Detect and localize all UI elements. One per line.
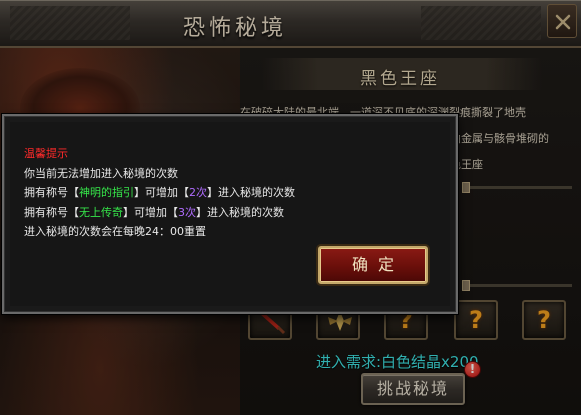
tip-text: 拥有称号【 [24,186,79,199]
title-name: 无上传奇 [79,205,123,219]
tip-line: 进入秘境的次数会在每晚24：00重置 [24,225,206,238]
tip-line: 你当前无法增加进入秘境的次数 [24,166,178,180]
tip-line: 拥有称号【神明的指引】可增加【2次】进入秘境的次数 [24,183,295,203]
tip-content: 温馨提示 你当前无法增加进入秘境的次数 拥有称号【神明的指引】可增加【2次】进入… [24,144,295,242]
title-name: 神明的指引 [79,186,134,199]
tip-title: 温馨提示 [24,147,68,160]
bonus-count: 3次 [178,205,196,219]
tip-line: 拥有称号【无上传奇】可增加【3次】进入秘境的次数 [24,203,295,223]
tip-text: 】可增加【 [134,186,189,199]
tip-text: 】可增加【 [123,205,178,219]
tip-text: 拥有称号【 [24,205,79,219]
tip-text: 】进入秘境的次数 [207,186,295,199]
tip-text: 】进入秘境的次数 [196,205,284,219]
bonus-count: 2次 [189,186,207,199]
confirm-button[interactable]: 确定 [318,246,428,284]
